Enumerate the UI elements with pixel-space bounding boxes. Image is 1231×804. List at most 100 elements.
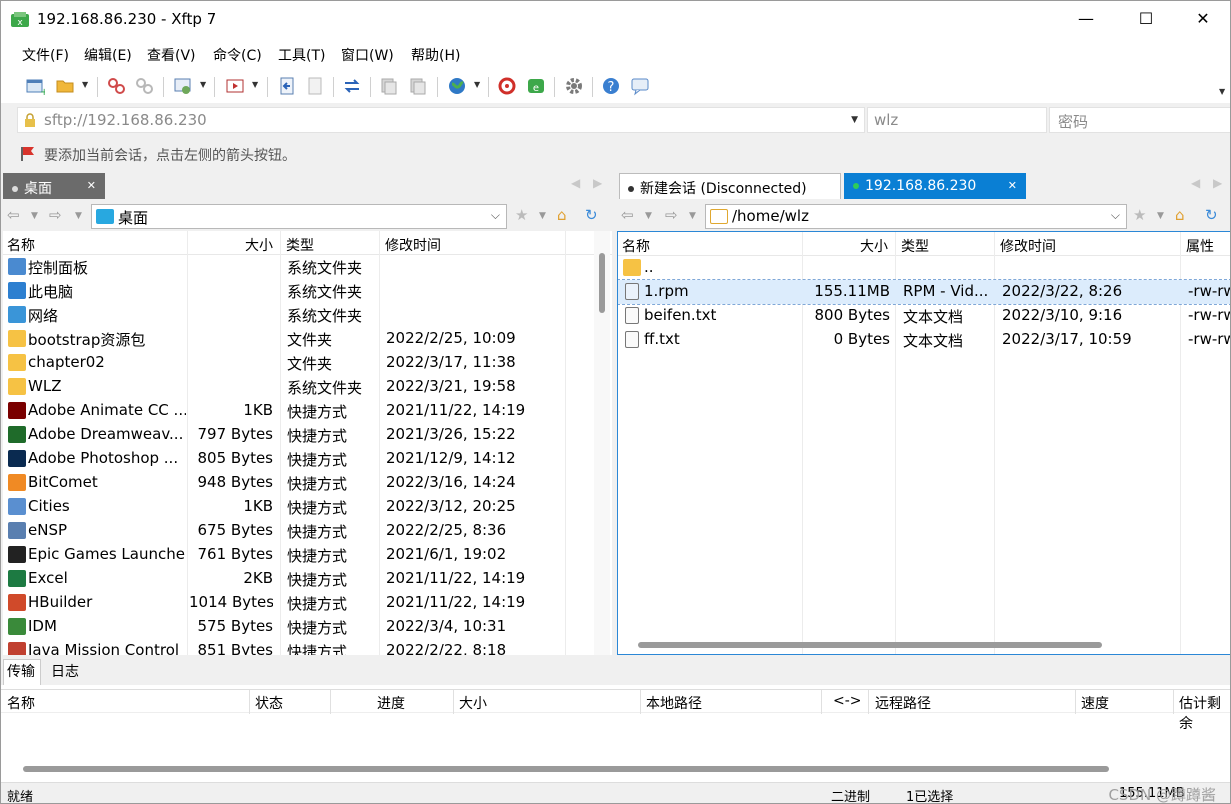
transfer-col-local-path[interactable]: 本地路径 (646, 693, 702, 713)
list-item[interactable]: WLZ 系统文件夹 2022/3/21, 19:58 (3, 375, 612, 399)
transfer-horizontal-scroll-thumb[interactable] (23, 766, 1109, 772)
list-item[interactable]: Java Mission Control 851 Bytes 快捷方式 2022/2/… (3, 639, 612, 655)
horizontal-scroll-thumb[interactable] (638, 642, 1102, 648)
favorite-dropdown-icon[interactable]: ▼ (1157, 211, 1164, 221)
close-window-button[interactable]: ✕ (1173, 1, 1230, 39)
list-item[interactable]: IDM 575 Bytes 快捷方式 2022/3/4, 10:31 (3, 615, 612, 639)
back-arrow-icon[interactable]: ⇦ (621, 206, 634, 224)
favorite-star-icon[interactable]: ★ (1133, 206, 1146, 224)
sync-icon[interactable] (342, 76, 362, 96)
open-folder-icon[interactable] (55, 76, 75, 96)
tab-scroll-left-icon[interactable]: ◀ (1191, 176, 1200, 190)
menu-view[interactable]: 查看(V) (147, 45, 196, 65)
session-properties-icon[interactable] (173, 76, 193, 96)
list-item[interactable]: Adobe Photoshop ... 805 Bytes 快捷方式 2021/12/… (3, 447, 612, 471)
list-item[interactable]: eNSP 675 Bytes 快捷方式 2022/2/25, 8:36 (3, 519, 612, 543)
list-item[interactable]: .. (618, 256, 1230, 280)
menu-command[interactable]: 命令(C) (213, 45, 262, 65)
home-folder-icon[interactable]: ⌂ (557, 206, 567, 224)
local-path-input[interactable]: 桌面 ⌵ (91, 204, 507, 229)
username-input[interactable]: wlz (867, 107, 1047, 133)
close-tab-icon[interactable]: ✕ (87, 179, 96, 192)
forward-arrow-icon[interactable]: ⇨ (49, 206, 62, 224)
properties-dropdown-icon[interactable]: ▼ (200, 80, 206, 89)
bookmark-flag-icon[interactable] (21, 146, 35, 162)
path-dropdown-icon[interactable]: ⌵ (1111, 208, 1120, 223)
column-type[interactable]: 类型 (901, 236, 929, 256)
list-item[interactable]: 1.rpm 155.11MB RPM - Vid... 2022/3/22, 8:26… (618, 279, 1230, 305)
menu-edit[interactable]: 编辑(E) (84, 45, 132, 65)
tab-log[interactable]: 日志 (51, 661, 79, 681)
transfer-col-status[interactable]: 状态 (255, 693, 283, 713)
menu-help[interactable]: 帮助(H) (411, 45, 460, 65)
password-input[interactable]: 密码 (1049, 107, 1230, 133)
transfer-col-direction[interactable]: <-> (833, 693, 862, 709)
list-item[interactable]: HBuilder 1014 Bytes 快捷方式 2021/11/22, 14:19 (3, 591, 612, 615)
open-dropdown-icon[interactable]: ▼ (82, 80, 88, 89)
transfer-dropdown-icon[interactable]: ▼ (252, 80, 258, 89)
help-icon[interactable]: ? (601, 76, 621, 96)
column-modified[interactable]: 修改时间 (385, 235, 441, 255)
minimize-button[interactable]: — (1056, 1, 1116, 39)
back-arrow-icon[interactable]: ⇦ (7, 206, 20, 224)
copy-icon[interactable] (379, 76, 399, 96)
list-item[interactable]: ff.txt 0 Bytes 文本文档 2022/3/17, 10:59 -rw-rw (618, 328, 1230, 352)
column-modified[interactable]: 修改时间 (1000, 236, 1056, 256)
refresh-icon[interactable]: ↻ (1205, 206, 1218, 224)
encoding-dropdown-icon[interactable]: ▼ (474, 80, 480, 89)
list-item[interactable]: Cities 1KB 快捷方式 2022/3/12, 20:25 (3, 495, 612, 519)
gear-icon[interactable] (564, 76, 584, 96)
download-icon[interactable] (305, 76, 325, 96)
forward-arrow-icon[interactable]: ⇨ (665, 206, 678, 224)
list-item[interactable]: 此电脑 系统文件夹 (3, 279, 612, 303)
menu-tools[interactable]: 工具(T) (278, 45, 325, 65)
tab-transfer[interactable]: 传输 (7, 661, 35, 681)
scroll-thumb[interactable] (599, 253, 605, 313)
tab-scroll-left-icon[interactable]: ◀ (571, 176, 580, 190)
menu-file[interactable]: 文件(F) (22, 45, 69, 65)
favorite-dropdown-icon[interactable]: ▼ (539, 211, 546, 221)
globe-icon[interactable] (447, 76, 467, 96)
path-dropdown-icon[interactable]: ⌵ (491, 208, 500, 223)
host-address-input[interactable]: sftp://192.168.86.230 ▼ (17, 107, 865, 133)
tab-connected-session[interactable]: 192.168.86.230 ✕ (844, 173, 1026, 199)
back-dropdown-icon[interactable]: ▼ (31, 211, 38, 221)
transfer-col-name[interactable]: 名称 (7, 693, 35, 713)
list-item[interactable]: Adobe Dreamweav... 797 Bytes 快捷方式 2021/3/26… (3, 423, 612, 447)
list-item[interactable]: Epic Games Launcher 761 Bytes 快捷方式 2021/6/1… (3, 543, 612, 567)
list-item[interactable]: 控制面板 系统文件夹 (3, 255, 612, 279)
list-item[interactable]: 网络 系统文件夹 (3, 303, 612, 327)
transfer-window-icon[interactable] (225, 76, 245, 96)
list-item[interactable]: Adobe Animate CC ... 1KB 快捷方式 2021/11/22, 1… (3, 399, 612, 423)
forward-dropdown-icon[interactable]: ▼ (689, 211, 696, 221)
tab-scroll-right-icon[interactable]: ▶ (1213, 176, 1222, 190)
column-name[interactable]: 名称 (622, 236, 650, 256)
remote-path-input[interactable]: /home/wlz ⌵ (705, 204, 1127, 229)
list-item[interactable]: chapter02 文件夹 2022/3/17, 11:38 (3, 351, 612, 375)
close-tab-icon[interactable]: ✕ (1008, 179, 1017, 192)
list-item[interactable]: beifen.txt 800 Bytes 文本文档 2022/3/10, 9:16 -r… (618, 304, 1230, 328)
list-item[interactable]: BitComet 948 Bytes 快捷方式 2022/3/16, 14:24 (3, 471, 612, 495)
refresh-icon[interactable]: ↻ (585, 206, 598, 224)
disconnect-icon[interactable] (135, 76, 155, 96)
tab-desktop[interactable]: 桌面 ✕ (3, 173, 105, 199)
list-item[interactable]: Excel 2KB 快捷方式 2021/11/22, 14:19 (3, 567, 612, 591)
list-item[interactable]: bootstrap资源包 文件夹 2022/2/25, 10:09 (3, 327, 612, 351)
transfer-col-eta[interactable]: 估计剩余 (1179, 693, 1230, 733)
column-name[interactable]: 名称 (7, 235, 35, 255)
tab-new-session[interactable]: 新建会话 (Disconnected) (619, 173, 841, 199)
back-dropdown-icon[interactable]: ▼ (645, 211, 652, 221)
toolbar-overflow-icon[interactable]: ▼ (1219, 87, 1225, 96)
xftp-icon[interactable]: e (526, 76, 546, 96)
transfer-col-speed[interactable]: 速度 (1081, 693, 1109, 713)
xshell-icon[interactable] (497, 76, 517, 96)
paste-icon[interactable] (408, 76, 428, 96)
forward-dropdown-icon[interactable]: ▼ (75, 211, 82, 221)
local-vertical-scrollbar[interactable] (594, 231, 610, 655)
column-size[interactable]: 大小 (245, 235, 273, 255)
connect-icon[interactable] (107, 76, 127, 96)
transfer-col-remote-path[interactable]: 远程路径 (875, 693, 931, 713)
maximize-button[interactable]: ☐ (1116, 1, 1176, 39)
transfer-col-size[interactable]: 大小 (459, 693, 487, 713)
transfer-col-progress[interactable]: 进度 (377, 693, 405, 713)
